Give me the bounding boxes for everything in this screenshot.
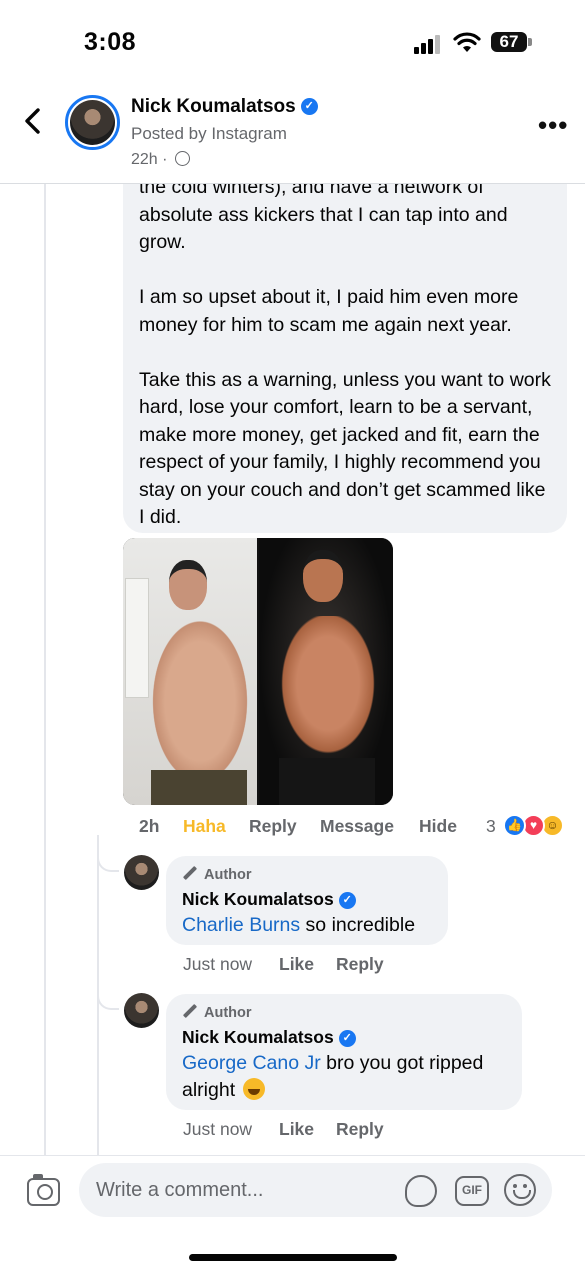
reply-connector: [97, 988, 119, 1010]
after-photo: [259, 538, 393, 805]
globe-icon: [174, 151, 190, 166]
battery-icon: 67: [491, 32, 527, 52]
reply-connector: [97, 850, 119, 872]
status-bar: 3:08 67: [0, 0, 585, 80]
reply-actions: Just now Like Reply: [183, 1119, 443, 1143]
author-tag: Author: [182, 1003, 506, 1025]
verified-badge-icon: ✓: [338, 1029, 356, 1047]
reaction-icons[interactable]: 👍 ♥ ☺: [503, 814, 573, 838]
reply-button[interactable]: Reply: [249, 816, 297, 837]
emoji-icon[interactable]: [504, 1174, 536, 1206]
reply-button[interactable]: Reply: [336, 954, 384, 975]
battery-tip: [528, 38, 532, 46]
post-age[interactable]: 22h: [131, 151, 158, 168]
back-icon[interactable]: [20, 106, 46, 136]
hide-button[interactable]: Hide: [419, 816, 457, 837]
message-button[interactable]: Message: [320, 816, 394, 837]
signal-icon: [414, 34, 444, 54]
meta-separator: ·: [162, 151, 168, 168]
comment-bubble: the cold winters), and have a network of…: [123, 150, 567, 533]
camera-icon[interactable]: [27, 1174, 60, 1206]
reaction-count[interactable]: 3: [486, 816, 496, 837]
post-meta: 22h ·: [131, 151, 190, 169]
reply-author-name[interactable]: Nick Koumalatsos: [182, 889, 334, 909]
reply-author-name[interactable]: Nick Koumalatsos: [182, 1027, 334, 1047]
transformation-photo[interactable]: [123, 538, 393, 805]
reply-avatar[interactable]: [124, 855, 159, 890]
status-time: 3:08: [84, 28, 137, 56]
reply-bubble: Author Nick Koumalatsos ✓ Charlie Burns s…: [166, 856, 448, 945]
comment-time[interactable]: 2h: [139, 816, 159, 837]
verified-badge-icon: ✓: [338, 891, 356, 909]
reply-time[interactable]: Just now: [183, 1119, 252, 1140]
reply-text: George Cano Jr bro you got ripped alrigh…: [182, 1052, 484, 1101]
wifi-icon: [453, 32, 481, 52]
profile-avatar[interactable]: [65, 95, 120, 150]
reply-author-row[interactable]: Nick Koumalatsos ✓: [182, 1027, 506, 1048]
reply-time[interactable]: Just now: [183, 954, 252, 975]
comment-composer: GIF: [0, 1155, 585, 1275]
before-photo: [123, 538, 257, 805]
sticker-icon[interactable]: [405, 1175, 437, 1207]
reply-text: Charlie Burns so incredible: [182, 914, 416, 936]
reply-actions: Just now Like Reply: [183, 954, 443, 978]
laughing-emoji-icon: [243, 1078, 266, 1100]
like-button[interactable]: Like: [279, 954, 314, 975]
reply-avatar[interactable]: [124, 993, 159, 1028]
like-icon: 👍: [503, 814, 526, 837]
like-button[interactable]: Like: [279, 1119, 314, 1140]
profile-name-row[interactable]: Nick Koumalatsos ✓: [131, 96, 318, 118]
reply-author-row[interactable]: Nick Koumalatsos ✓: [182, 889, 432, 910]
verified-badge-icon: ✓: [300, 98, 318, 116]
mention-link[interactable]: Charlie Burns: [182, 914, 300, 936]
mention-link[interactable]: George Cano Jr: [182, 1052, 321, 1074]
pen-icon: [182, 1003, 198, 1019]
reply-button[interactable]: Reply: [336, 1119, 384, 1140]
profile-name[interactable]: Nick Koumalatsos: [131, 96, 296, 117]
pen-icon: [182, 865, 198, 881]
reply-bubble: Author Nick Koumalatsos ✓ George Cano Jr …: [166, 994, 522, 1110]
post-header: Nick Koumalatsos ✓ Posted by Instagram 22…: [0, 80, 585, 184]
gif-icon[interactable]: GIF: [455, 1176, 489, 1206]
posted-by: Posted by Instagram: [131, 124, 287, 143]
author-tag: Author: [182, 865, 432, 887]
home-indicator[interactable]: [189, 1254, 397, 1261]
comment-paragraph: Take this as a warning, unless you want …: [139, 368, 551, 529]
comment-paragraph: I am so upset about it, I paid him even …: [139, 286, 519, 336]
comment-paragraph: the cold winters), and have a network of…: [139, 176, 508, 253]
more-options-icon[interactable]: •••: [538, 110, 568, 141]
haha-reaction-button[interactable]: Haha: [183, 816, 226, 837]
thread-line: [44, 184, 46, 1156]
